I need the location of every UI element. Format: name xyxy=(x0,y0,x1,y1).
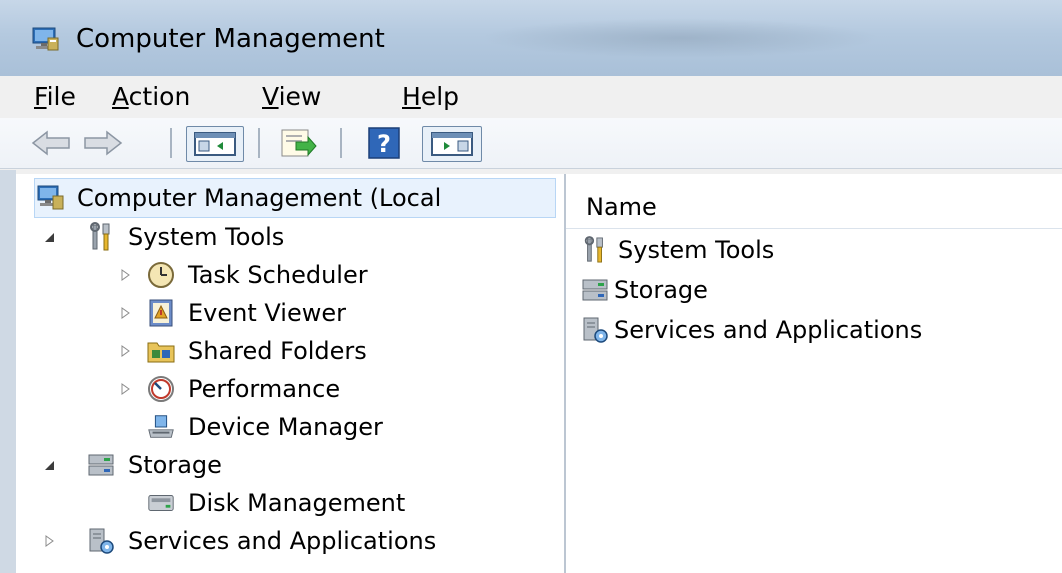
event-log-icon xyxy=(146,298,176,328)
system-tools-icon xyxy=(86,222,116,252)
list-item-label: System Tools xyxy=(618,236,775,264)
tree-item-label: Performance xyxy=(188,375,341,403)
content-panes: Computer Management (Local System Tools xyxy=(16,174,1062,573)
forward-arrow-icon xyxy=(84,130,123,156)
expand-triangle-icon[interactable] xyxy=(38,530,60,552)
storage-icon xyxy=(86,450,116,480)
tree-item-system-tools[interactable]: System Tools xyxy=(38,218,284,256)
services-icon xyxy=(86,526,116,556)
results-pane: Name System Tools Storage Services and A… xyxy=(566,174,1062,573)
menu-view-label: iew xyxy=(278,82,322,111)
computer-management-icon xyxy=(32,27,59,51)
help-icon: ? xyxy=(368,127,400,159)
show-hide-action-pane-button[interactable] xyxy=(422,126,482,162)
collapse-triangle-icon[interactable] xyxy=(38,454,60,476)
expand-triangle-icon[interactable] xyxy=(114,264,136,286)
title-bar[interactable]: Computer Management xyxy=(0,0,1062,77)
toolbar: ? xyxy=(0,118,1062,169)
tree-item-task-scheduler[interactable]: Task Scheduler xyxy=(114,256,368,294)
console-tree: Computer Management (Local System Tools xyxy=(16,174,566,573)
back-arrow-icon xyxy=(31,130,70,156)
help-button[interactable]: ? xyxy=(362,126,406,160)
tree-item-shared-folders[interactable]: Shared Folders xyxy=(114,332,367,370)
menu-view[interactable]: View xyxy=(262,82,321,111)
action-pane-icon xyxy=(431,132,473,156)
menu-action[interactable]: Action xyxy=(112,82,190,111)
device-manager-icon xyxy=(146,412,176,442)
forward-button[interactable] xyxy=(80,126,126,160)
menu-action-mnemonic: A xyxy=(112,82,129,111)
tree-item-label: Task Scheduler xyxy=(188,261,368,289)
column-header-label: Name xyxy=(586,193,657,221)
menu-help-mnemonic: H xyxy=(402,82,421,111)
show-hide-console-tree-button[interactable] xyxy=(186,126,244,162)
console-tree-icon xyxy=(194,132,236,156)
list-item-storage[interactable]: Storage xyxy=(580,272,708,308)
menu-action-label: ction xyxy=(128,82,191,111)
performance-gauge-icon xyxy=(146,374,176,404)
menu-bar: File Action View Help xyxy=(0,76,1062,119)
toolbar-separator xyxy=(170,128,172,158)
svg-text:?: ? xyxy=(377,130,391,158)
expand-triangle-icon[interactable] xyxy=(114,302,136,324)
tree-item-label: Device Manager xyxy=(188,413,383,441)
menu-file-label: ile xyxy=(46,82,76,111)
menu-file[interactable]: File xyxy=(34,82,76,111)
tree-item-label: Computer Management (Local xyxy=(77,184,442,212)
toolbar-separator xyxy=(258,128,260,158)
disk-icon xyxy=(146,488,176,518)
tree-item-storage[interactable]: Storage xyxy=(38,446,222,484)
services-icon xyxy=(580,315,610,345)
computer-management-window: Computer Management File Action View Hel… xyxy=(0,0,1062,573)
tree-item-label: Services and Applications xyxy=(128,527,437,555)
column-header-name[interactable]: Name xyxy=(566,188,1062,229)
tree-item-label: Event Viewer xyxy=(188,299,346,327)
storage-icon xyxy=(580,275,610,305)
title-bar-glass xyxy=(480,18,880,58)
export-list-icon xyxy=(281,129,317,157)
window-title: Computer Management xyxy=(76,24,385,54)
menu-help[interactable]: Help xyxy=(402,82,459,111)
computer-management-icon xyxy=(35,183,65,213)
collapse-triangle-icon[interactable] xyxy=(38,226,60,248)
tree-item-services-applications[interactable]: Services and Applications xyxy=(38,522,436,560)
window-frame-left xyxy=(0,170,16,573)
clock-icon xyxy=(146,260,176,290)
tree-item-label: Storage xyxy=(128,451,222,479)
back-button[interactable] xyxy=(28,126,74,160)
tree-item-computer-management[interactable]: Computer Management (Local xyxy=(34,178,556,218)
tree-item-label: Disk Management xyxy=(188,489,406,517)
menu-view-mnemonic: V xyxy=(262,82,279,111)
toolbar-separator xyxy=(340,128,342,158)
list-item-system-tools[interactable]: System Tools xyxy=(580,232,774,268)
tree-item-label: Shared Folders xyxy=(188,337,367,365)
list-item-label: Services and Applications xyxy=(614,316,923,344)
tree-item-disk-management[interactable]: Disk Management xyxy=(146,484,405,522)
menu-file-mnemonic: F xyxy=(34,82,47,111)
expand-triangle-icon[interactable] xyxy=(114,340,136,362)
menu-help-label: elp xyxy=(420,82,460,111)
system-tools-icon xyxy=(580,235,610,265)
list-item-services-applications[interactable]: Services and Applications xyxy=(580,312,922,348)
tree-item-device-manager[interactable]: Device Manager xyxy=(146,408,383,446)
tree-item-event-viewer[interactable]: Event Viewer xyxy=(114,294,346,332)
expand-triangle-icon[interactable] xyxy=(114,378,136,400)
shared-folder-icon xyxy=(146,336,176,366)
export-list-button[interactable] xyxy=(274,126,322,160)
list-item-label: Storage xyxy=(614,276,708,304)
tree-item-label: System Tools xyxy=(128,223,285,251)
tree-item-performance[interactable]: Performance xyxy=(114,370,340,408)
